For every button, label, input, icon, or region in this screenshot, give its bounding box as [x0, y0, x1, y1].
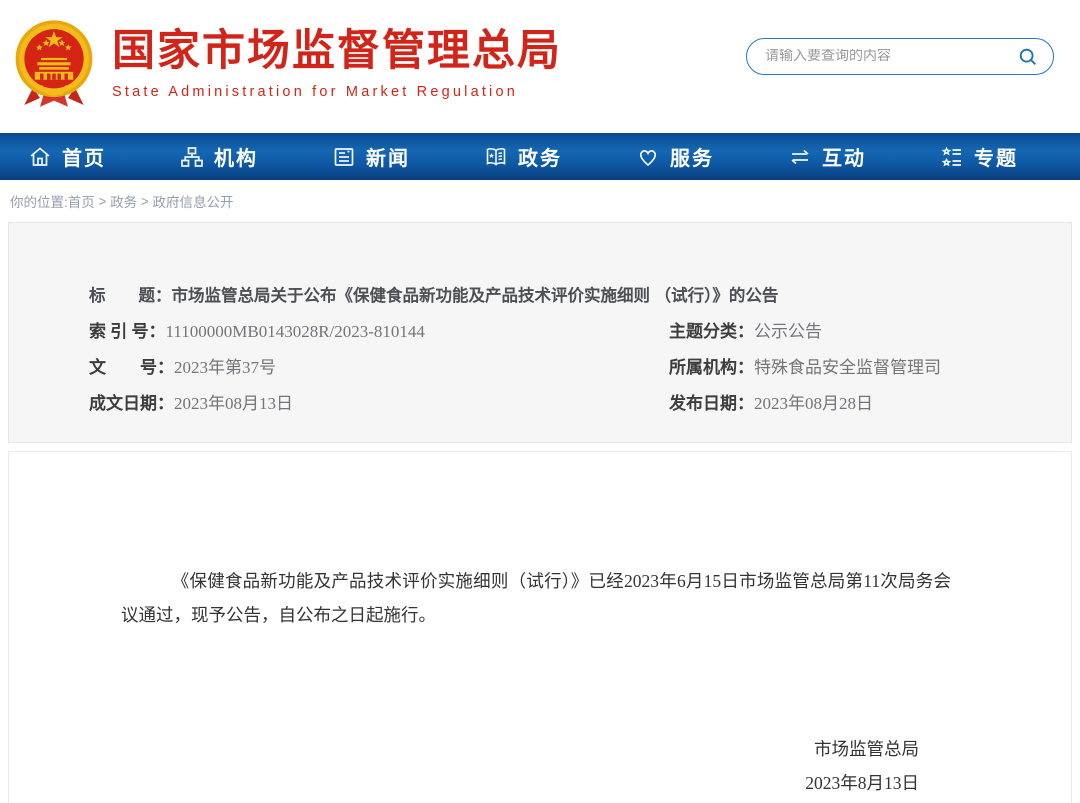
- nav-item-label: 政务: [518, 142, 562, 171]
- document-meta-panel: 标 题：市场监管总局关于公布《保健食品新功能及产品技术评价实施细则 （试行）》的…: [8, 222, 1072, 443]
- national-emblem-logo-icon: [10, 16, 98, 112]
- meta-label-title: 标 题：: [89, 287, 172, 305]
- nav-item-gov[interactable]: 政务: [484, 142, 562, 171]
- meta-value-subject-category: 公示公告: [754, 322, 822, 341]
- nav-item-home[interactable]: 首页: [28, 142, 106, 171]
- meta-row: 文 号：2023年第37号 所属机构：特殊食品安全监督管理司: [89, 350, 1071, 386]
- meta-label-issuing-department: 所属机构：: [669, 358, 754, 377]
- nav-item-topics[interactable]: 专题: [940, 142, 1018, 171]
- topics-list-icon: [940, 145, 964, 169]
- gov-affairs-icon: [484, 145, 508, 169]
- home-icon: [28, 145, 52, 169]
- site-logo-link[interactable]: 国家市场监督管理总局 State Administration for Mark…: [10, 16, 562, 112]
- meta-value-doc-number: 2023年第37号: [174, 358, 276, 377]
- signature-org: 市场监管总局: [9, 732, 919, 766]
- meta-label-index-number: 索 引 号：: [89, 322, 166, 341]
- nav-item-label: 互动: [822, 142, 866, 171]
- meta-value-publish-date: 2023年08月28日: [754, 394, 873, 413]
- document-body-panel: 《保健食品新功能及产品技术评价实施细则（试行）》已经2023年6月15日市场监管…: [8, 451, 1072, 803]
- meta-row: 成文日期：2023年08月13日 发布日期：2023年08月28日: [89, 386, 1071, 422]
- meta-row: 索 引 号：11100000MB0143028R/2023-810144 主题分…: [89, 314, 1071, 350]
- org-chart-icon: [180, 145, 204, 169]
- site-title: 国家市场监督管理总局: [112, 28, 562, 75]
- meta-label-doc-number: 文 号：: [89, 358, 174, 377]
- site-header: 国家市场监督管理总局 State Administration for Mark…: [0, 0, 1080, 133]
- meta-value-written-date: 2023年08月13日: [174, 394, 293, 413]
- breadcrumb-prefix: 你的位置:: [10, 191, 68, 211]
- nav-item-label: 专题: [974, 142, 1018, 171]
- breadcrumb-link-info-disclosure[interactable]: 政府信息公开: [153, 191, 234, 211]
- news-icon: [332, 145, 356, 169]
- nav-item-news[interactable]: 新闻: [332, 142, 410, 171]
- meta-value-issuing-department: 特殊食品安全监督管理司: [754, 358, 941, 377]
- breadcrumb-link-home[interactable]: 首页: [68, 191, 95, 211]
- nav-item-label: 新闻: [366, 142, 410, 171]
- site-search: [746, 38, 1054, 75]
- search-icon: [1017, 46, 1039, 68]
- meta-label-publish-date: 发布日期：: [669, 394, 754, 413]
- meta-row-title: 标 题：市场监管总局关于公布《保健食品新功能及产品技术评价实施细则 （试行）》的…: [89, 279, 1071, 314]
- meta-value-index-number: 11100000MB0143028R/2023-810144: [166, 322, 425, 341]
- nav-item-org[interactable]: 机构: [180, 142, 258, 171]
- service-heart-icon: [636, 145, 660, 169]
- interact-arrows-icon: [788, 145, 812, 169]
- meta-label-written-date: 成文日期：: [89, 394, 174, 413]
- site-subtitle: State Administration for Market Regulati…: [112, 84, 562, 100]
- breadcrumb-separator: >: [137, 194, 152, 209]
- nav-item-label: 首页: [62, 142, 106, 171]
- nav-item-service[interactable]: 服务: [636, 142, 714, 171]
- nav-item-interact[interactable]: 互动: [788, 142, 866, 171]
- breadcrumb: 你的位置:首页 > 政务 > 政府信息公开: [0, 180, 1080, 222]
- main-nav: 首页 机构 新闻 政务: [0, 133, 1080, 180]
- nav-item-label: 机构: [214, 142, 258, 171]
- nav-item-label: 服务: [670, 142, 714, 171]
- search-button[interactable]: [1015, 44, 1041, 70]
- breadcrumb-separator: >: [95, 194, 110, 209]
- breadcrumb-link-gov[interactable]: 政务: [110, 191, 137, 211]
- meta-label-subject-category: 主题分类：: [669, 322, 754, 341]
- search-input[interactable]: [765, 49, 1015, 65]
- meta-value-title: 市场监管总局关于公布《保健食品新功能及产品技术评价实施细则 （试行）》的公告: [172, 287, 779, 305]
- signature-date: 2023年8月13日: [9, 766, 919, 800]
- signature-block: 市场监管总局 2023年8月13日: [9, 732, 1071, 800]
- announcement-paragraph: 《保健食品新功能及产品技术评价实施细则（试行）》已经2023年6月15日市场监管…: [9, 452, 1071, 632]
